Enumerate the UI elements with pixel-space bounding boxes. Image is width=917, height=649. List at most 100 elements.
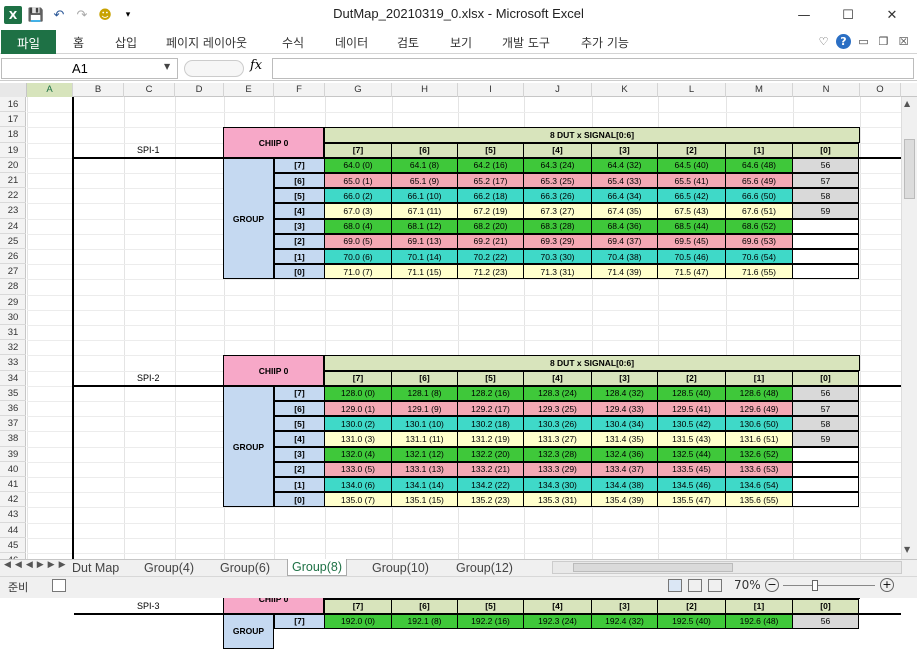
data-cell[interactable]: 132.3 (28) xyxy=(523,446,592,462)
normal-view-icon[interactable] xyxy=(668,579,682,592)
data-cell[interactable]: 129.3 (25) xyxy=(523,401,592,417)
data-cell[interactable] xyxy=(792,264,859,280)
data-cell[interactable]: 71.3 (31) xyxy=(523,264,592,280)
dut-header[interactable]: [2] xyxy=(657,370,726,386)
data-cell[interactable]: 128.5 (40) xyxy=(657,385,726,401)
dut-header[interactable]: [6] xyxy=(391,142,458,158)
minimize-ribbon-icon[interactable]: ▭ xyxy=(856,32,871,50)
data-cell[interactable]: 67.3 (27) xyxy=(523,203,592,219)
column-header-O[interactable]: O xyxy=(860,83,901,97)
tab-home[interactable]: 홈 xyxy=(73,30,84,54)
page-break-view-icon[interactable] xyxy=(708,579,722,592)
data-cell[interactable]: 133.3 (29) xyxy=(523,461,592,477)
data-cell[interactable]: 70.0 (6) xyxy=(324,249,392,265)
column-header-F[interactable]: F xyxy=(274,83,325,97)
data-cell[interactable]: 64.4 (32) xyxy=(591,157,658,173)
row-header-30[interactable]: 30 xyxy=(0,310,26,325)
row-header-22[interactable]: 22 xyxy=(0,188,26,204)
data-cell[interactable]: 135.1 (15) xyxy=(391,492,458,508)
row-header-44[interactable]: 44 xyxy=(0,523,26,538)
data-cell[interactable]: 67.2 (19) xyxy=(457,203,524,219)
dut-title[interactable]: 8 DUT x SIGNAL[0:6] xyxy=(324,355,860,371)
data-cell[interactable]: 68.4 (36) xyxy=(591,218,658,234)
column-header-C[interactable]: C xyxy=(124,83,175,97)
row-header-18[interactable]: 18 xyxy=(0,127,26,143)
data-cell[interactable]: 131.6 (51) xyxy=(725,431,793,447)
data-cell[interactable]: 70.3 (30) xyxy=(523,249,592,265)
group-label[interactable]: GROUP xyxy=(223,157,274,280)
data-cell[interactable]: 56 xyxy=(792,613,859,629)
zoom-in-icon[interactable]: + xyxy=(880,578,894,592)
data-cell[interactable]: 65.6 (49) xyxy=(725,173,793,189)
dut-header[interactable]: [1] xyxy=(725,370,793,386)
row-label[interactable]: [6] xyxy=(274,173,325,189)
column-header-I[interactable]: I xyxy=(458,83,524,97)
data-cell[interactable]: 134.1 (14) xyxy=(391,477,458,493)
data-cell[interactable]: 132.2 (20) xyxy=(457,446,524,462)
data-cell[interactable]: 131.2 (19) xyxy=(457,431,524,447)
row-label[interactable]: [0] xyxy=(274,264,325,280)
row-label[interactable]: [1] xyxy=(274,477,325,493)
data-cell[interactable]: 68.0 (4) xyxy=(324,218,392,234)
data-cell[interactable]: 69.0 (5) xyxy=(324,233,392,249)
data-cell[interactable]: 65.5 (41) xyxy=(657,173,726,189)
data-cell[interactable]: 130.1 (10) xyxy=(391,416,458,432)
row-header-16[interactable]: 16 xyxy=(0,97,26,113)
data-cell[interactable]: 132.6 (52) xyxy=(725,446,793,462)
row-header-21[interactable]: 21 xyxy=(0,173,26,189)
data-cell[interactable]: 132.0 (4) xyxy=(324,446,392,462)
row-header-31[interactable]: 31 xyxy=(0,325,26,341)
data-cell[interactable]: 128.2 (16) xyxy=(457,385,524,401)
data-cell[interactable]: 65.3 (25) xyxy=(523,173,592,189)
close-workbook-icon[interactable]: ☒ xyxy=(896,32,911,50)
row-label[interactable]: [6] xyxy=(274,401,325,417)
sheet-tab-dut-map[interactable]: Dut Map xyxy=(68,559,123,576)
column-header-J[interactable]: J xyxy=(524,83,592,97)
dut-header[interactable]: [4] xyxy=(523,598,592,614)
data-cell[interactable]: 128.6 (48) xyxy=(725,385,793,401)
data-cell[interactable]: 133.5 (45) xyxy=(657,461,726,477)
data-cell[interactable]: 135.0 (7) xyxy=(324,492,392,508)
column-header-H[interactable]: H xyxy=(392,83,458,97)
row-label[interactable]: [2] xyxy=(274,233,325,249)
tab-view[interactable]: 보기 xyxy=(450,30,472,54)
column-header-D[interactable]: D xyxy=(175,83,224,97)
heart-icon[interactable]: ♡ xyxy=(816,32,831,50)
column-header-G[interactable]: G xyxy=(325,83,392,97)
dut-header[interactable]: [2] xyxy=(657,598,726,614)
data-cell[interactable]: 134.6 (54) xyxy=(725,477,793,493)
dut-header[interactable]: [7] xyxy=(324,142,392,158)
data-cell[interactable]: 68.1 (12) xyxy=(391,218,458,234)
row-label[interactable]: [0] xyxy=(274,492,325,508)
row-label[interactable]: [2] xyxy=(274,461,325,477)
tab-insert[interactable]: 삽입 xyxy=(115,30,137,54)
row-header-36[interactable]: 36 xyxy=(0,401,26,417)
row-header-33[interactable]: 33 xyxy=(0,355,26,371)
data-cell[interactable]: 130.6 (50) xyxy=(725,416,793,432)
data-cell[interactable]: 128.0 (0) xyxy=(324,385,392,401)
group-label[interactable]: GROUP xyxy=(223,613,274,649)
row-header-38[interactable]: 38 xyxy=(0,431,26,447)
row-header-28[interactable]: 28 xyxy=(0,279,26,295)
dut-header[interactable]: [3] xyxy=(591,598,658,614)
data-cell[interactable]: 128.1 (8) xyxy=(391,385,458,401)
data-cell[interactable]: 65.4 (33) xyxy=(591,173,658,189)
data-cell[interactable]: 133.4 (37) xyxy=(591,461,658,477)
sheet-tab-group12[interactable]: Group(12) xyxy=(452,559,517,576)
dut-header[interactable]: [7] xyxy=(324,598,392,614)
chip-header[interactable]: CHIIP 0 xyxy=(223,355,324,386)
row-header-27[interactable]: 27 xyxy=(0,264,26,280)
dut-header[interactable]: [5] xyxy=(457,598,524,614)
column-header-E[interactable]: E xyxy=(224,83,274,97)
data-cell[interactable]: 68.3 (28) xyxy=(523,218,592,234)
data-cell[interactable]: 133.2 (21) xyxy=(457,461,524,477)
data-cell[interactable]: 66.2 (18) xyxy=(457,188,524,204)
data-cell[interactable] xyxy=(792,461,859,477)
data-cell[interactable]: 134.0 (6) xyxy=(324,477,392,493)
sheet-tab-group8[interactable]: Group(8) xyxy=(287,559,348,576)
data-cell[interactable]: 134.4 (38) xyxy=(591,477,658,493)
tab-developer[interactable]: 개발 도구 xyxy=(502,30,550,54)
data-cell[interactable]: 192.0 (0) xyxy=(324,613,392,629)
data-cell[interactable]: 129.1 (9) xyxy=(391,401,458,417)
row-label[interactable]: [4] xyxy=(274,431,325,447)
